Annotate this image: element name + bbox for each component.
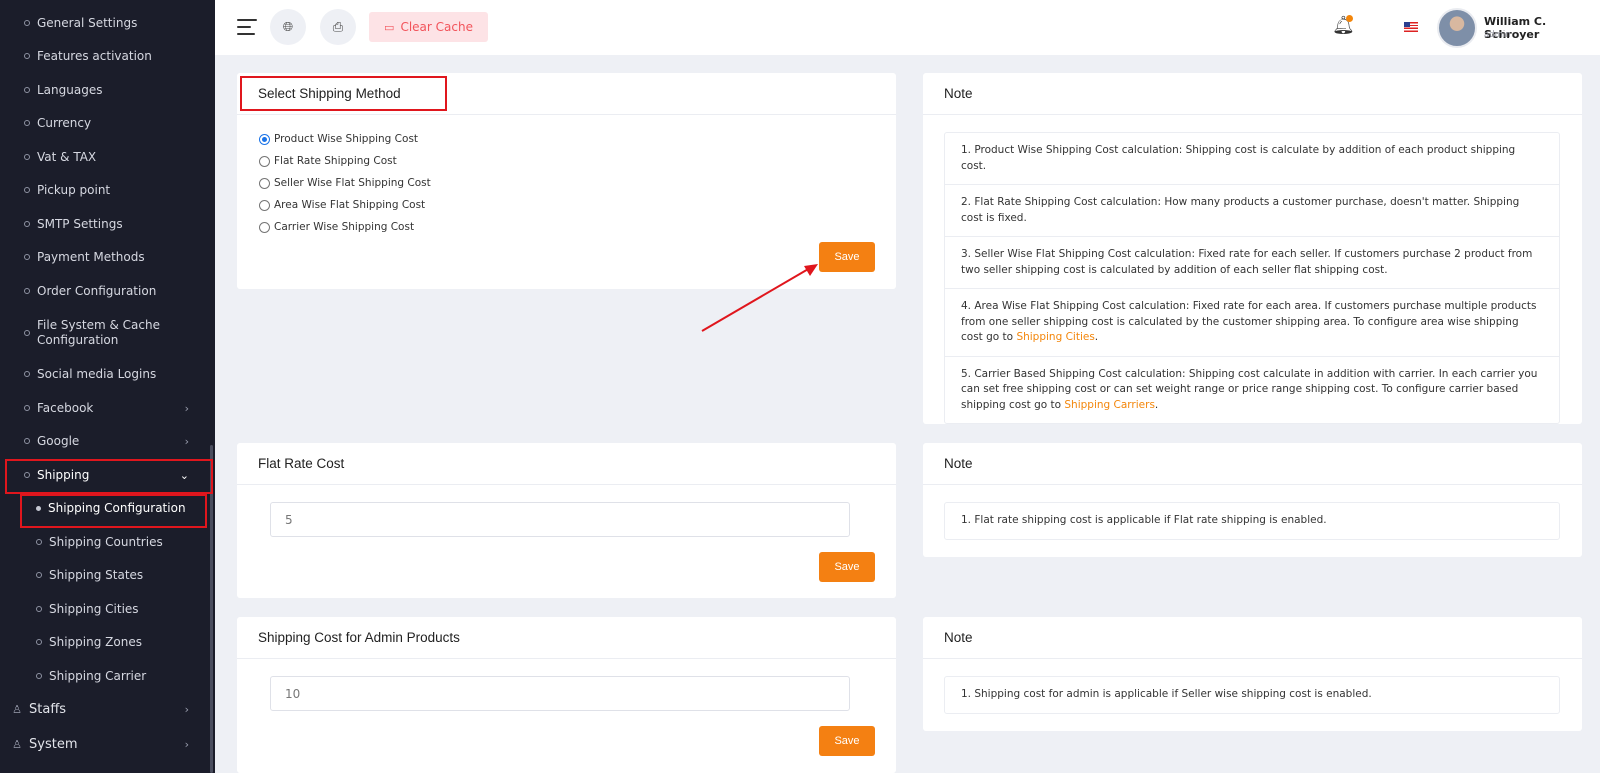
sidebar-item-payment-methods[interactable]: Payment Methods	[0, 242, 215, 272]
printer-icon: ⎙	[332, 19, 344, 35]
flat-rate-card: Flat Rate Cost 5 Save	[237, 443, 896, 598]
note-card-flat-rate: Note 1. Flat rate shipping cost is appli…	[923, 443, 1582, 557]
note-item: 1. Flat rate shipping cost is applicable…	[961, 514, 1327, 526]
bullet-icon	[24, 405, 30, 411]
bullet-icon	[24, 53, 30, 59]
shipping-cities-link[interactable]: Shipping Cities	[1016, 331, 1094, 343]
shipping-carriers-link[interactable]: Shipping Carriers	[1064, 399, 1155, 411]
bullet-icon	[24, 371, 30, 377]
clear-cache-button[interactable]: ▭ Clear Cache	[369, 12, 488, 42]
card-title: Note	[923, 617, 1582, 659]
radio-unchecked[interactable]	[259, 199, 270, 211]
card-title: Note	[923, 73, 1582, 115]
print-button[interactable]: ⎙	[320, 9, 356, 45]
sidebar-item-shipping-states[interactable]: Shipping States	[0, 560, 215, 590]
note-item: 1. Shipping cost for admin is applicable…	[961, 688, 1372, 700]
note-list: 1. Flat rate shipping cost is applicable…	[944, 502, 1560, 540]
note-item: 2. Flat Rate Shipping Cost calculation: …	[945, 185, 1559, 237]
card-title: Note	[923, 443, 1582, 485]
radio-unchecked[interactable]	[259, 221, 270, 233]
sidebar-item-shipping-carrier[interactable]: Shipping Carrier	[0, 661, 215, 691]
sidebar-item-languages[interactable]: Languages	[0, 75, 215, 105]
sidebar-item-features-activation[interactable]: Features activation	[0, 41, 215, 71]
note-card-admin-cost: Note 1. Shipping cost for admin is appli…	[923, 617, 1582, 731]
bullet-icon	[24, 438, 30, 444]
bullet-icon	[24, 288, 30, 294]
sidebar-scrollbar[interactable]	[210, 445, 213, 773]
note-item: 3. Seller Wise Flat Shipping Cost calcul…	[945, 237, 1559, 289]
bullet-icon	[24, 187, 30, 193]
bullet-icon	[24, 154, 30, 160]
sidebar-item-shipping-cities[interactable]: Shipping Cities	[0, 594, 215, 624]
highlight-select-shipping-method	[240, 76, 447, 111]
note-item: 4. Area Wise Flat Shipping Cost calculat…	[945, 289, 1559, 357]
person-icon: ♙	[12, 737, 22, 751]
globe-button[interactable]: 🌐︎	[270, 9, 306, 45]
sidebar-item-pickup-point[interactable]: Pickup point	[0, 175, 215, 205]
laptop-icon: ▭	[384, 20, 395, 34]
bullet-icon	[36, 639, 42, 645]
radio-seller-wise[interactable]: Seller Wise Flat Shipping Cost	[259, 177, 431, 189]
bullet-icon	[36, 539, 42, 545]
bullet-icon	[24, 20, 30, 26]
radio-carrier-wise[interactable]: Carrier Wise Shipping Cost	[259, 221, 414, 233]
sidebar-item-shipping-countries[interactable]: Shipping Countries	[0, 527, 215, 557]
chevron-right-icon: ›	[184, 702, 189, 716]
chevron-right-icon: ›	[184, 401, 189, 415]
admin-cost-card: Shipping Cost for Admin Products 10 Save	[237, 617, 896, 773]
sidebar-item-system[interactable]: ♙ System ›	[0, 729, 215, 759]
red-arrow-annotation	[701, 264, 818, 332]
us-flag-icon[interactable]	[1404, 22, 1418, 32]
sidebar-item-order-configuration[interactable]: Order Configuration	[0, 276, 215, 306]
bullet-icon	[36, 673, 42, 679]
note-item: 1. Product Wise Shipping Cost calculatio…	[945, 133, 1559, 185]
sidebar-item-facebook[interactable]: Facebook ›	[0, 393, 215, 423]
highlight-shipping	[5, 459, 213, 494]
flat-rate-input[interactable]: 5	[270, 502, 850, 537]
save-flat-rate-button[interactable]: Save	[819, 552, 875, 582]
chevron-right-icon: ›	[184, 737, 189, 751]
menu-toggle-icon[interactable]	[237, 19, 257, 35]
sidebar-item-file-system[interactable]: File System & Cache Configuration	[0, 313, 215, 353]
save-shipping-method-button[interactable]: Save	[819, 242, 875, 272]
admin-cost-input[interactable]: 10	[270, 676, 850, 711]
sidebar-item-general-settings[interactable]: General Settings	[0, 8, 215, 38]
avatar[interactable]	[1437, 8, 1477, 48]
bullet-icon	[24, 87, 30, 93]
top-header: 🌐︎ ⎙ ▭ Clear Cache 🔔︎ William C. Schroye…	[215, 0, 1600, 55]
sidebar-item-smtp-settings[interactable]: SMTP Settings	[0, 209, 215, 239]
highlight-shipping-configuration	[20, 494, 207, 528]
note-list: 1. Shipping cost for admin is applicable…	[944, 676, 1560, 714]
sidebar-item-social-media-logins[interactable]: Social media Logins	[0, 359, 215, 389]
card-title: Flat Rate Cost	[237, 443, 896, 485]
card-title: Shipping Cost for Admin Products	[237, 617, 896, 659]
note-card-shipping-methods: Note 1. Product Wise Shipping Cost calcu…	[923, 73, 1582, 424]
sidebar-item-shipping-zones[interactable]: Shipping Zones	[0, 627, 215, 657]
sidebar-item-staffs[interactable]: ♙ Staffs ›	[0, 694, 215, 724]
bullet-icon	[36, 606, 42, 612]
person-icon: ♙	[12, 702, 22, 716]
radio-product-wise[interactable]: Product Wise Shipping Cost	[259, 133, 418, 145]
sidebar-item-google[interactable]: Google ›	[0, 426, 215, 456]
radio-unchecked[interactable]	[259, 177, 270, 189]
sidebar: General Settings Features activation Lan…	[0, 0, 215, 773]
sidebar-item-currency[interactable]: Currency	[0, 108, 215, 138]
sidebar-item-vat-tax[interactable]: Vat & TAX	[0, 142, 215, 172]
save-admin-cost-button[interactable]: Save	[819, 726, 875, 756]
globe-icon: 🌐︎	[282, 19, 294, 35]
bullet-icon	[36, 572, 42, 578]
note-list: 1. Product Wise Shipping Cost calculatio…	[944, 132, 1560, 424]
bullet-icon	[24, 221, 30, 227]
bullet-icon	[24, 120, 30, 126]
radio-area-wise[interactable]: Area Wise Flat Shipping Cost	[259, 199, 425, 211]
bullet-icon	[24, 254, 30, 260]
bullet-icon	[24, 330, 30, 336]
radio-unchecked[interactable]	[259, 155, 270, 167]
radio-checked[interactable]	[259, 133, 270, 145]
user-role: admin	[1484, 30, 1511, 40]
notification-dot	[1346, 15, 1353, 22]
note-item: 5. Carrier Based Shipping Cost calculati…	[961, 367, 1538, 411]
radio-flat-rate[interactable]: Flat Rate Shipping Cost	[259, 155, 397, 167]
chevron-right-icon: ›	[184, 434, 189, 448]
